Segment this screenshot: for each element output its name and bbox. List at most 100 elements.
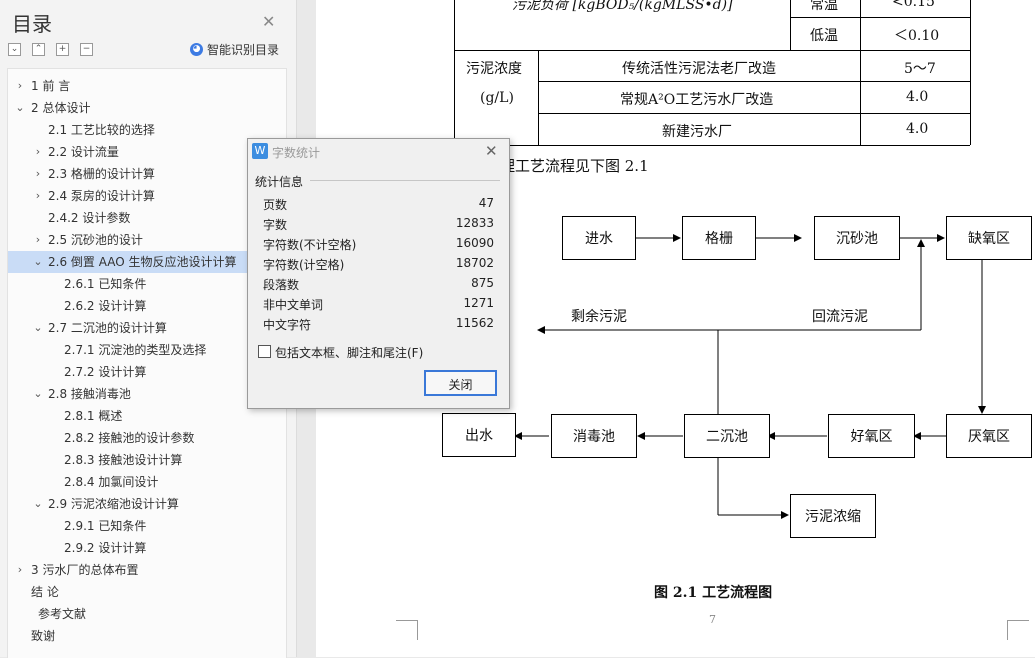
excess-sludge-label: 剩余污泥	[571, 309, 627, 325]
close-button[interactable]: 关闭	[424, 370, 497, 396]
toc-item-label: 2.1 工艺比较的选择	[48, 123, 155, 137]
stat-value: 11562	[455, 316, 494, 330]
toc-item[interactable]: ⌄ 2 总体设计	[8, 97, 286, 119]
sidebar-title: 目录	[12, 12, 52, 36]
toc-item[interactable]: 2.9.2 设计计算	[8, 537, 286, 559]
toc-item-label: 2.9.2 设计计算	[64, 541, 147, 555]
chevron-down-icon[interactable]: ⌄	[15, 97, 25, 119]
toc-item-label: 2.6.1 已知条件	[64, 277, 147, 291]
flow-node-grit-chamber: 沉砂池	[814, 216, 900, 260]
toc-item[interactable]: › 1 前 言	[8, 75, 286, 97]
chevron-right-icon[interactable]: ›	[15, 559, 25, 581]
toc-item[interactable]: › 2.3 格栅的设计计算	[8, 163, 286, 185]
toc-item-label: 2.8.2 接触池的设计参数	[64, 431, 195, 445]
expand-up-icon[interactable]: ⌃	[32, 43, 45, 56]
toc-item[interactable]: ⌄ 2.9 污泥浓缩池设计计算	[8, 493, 286, 515]
toc-item[interactable]: 2.8.2 接触池的设计参数	[8, 427, 286, 449]
chevron-down-icon[interactable]: ⌄	[33, 383, 43, 405]
toc-item-label: 2.8.4 加氯间设计	[64, 475, 159, 489]
chevron-right-icon[interactable]: ›	[33, 141, 43, 163]
toc-item[interactable]: 2.6.2 设计计算	[8, 295, 286, 317]
checkbox-label: 包括文本框、脚注和尾注(F)	[275, 346, 424, 360]
flow-node-inlet: 进水	[562, 216, 636, 260]
stat-value: 18702	[455, 256, 494, 270]
toc-item[interactable]: ⌄ 2.8 接触消毒池	[8, 383, 286, 405]
chevron-right-icon[interactable]: ›	[33, 163, 43, 185]
toc-item[interactable]: 2.8.1 概述	[8, 405, 286, 427]
toc-item[interactable]: 2.7.1 沉淀池的类型及选择	[8, 339, 286, 361]
toc-item[interactable]: 2.8.4 加氯间设计	[8, 471, 286, 493]
flow-node-secondary-clarifier: 二沉池	[684, 414, 770, 458]
toc-item-label: 参考文献	[38, 607, 87, 621]
figure-caption: 图 2.1 工艺流程图	[654, 585, 773, 601]
dialog-title: 字数统计	[272, 146, 321, 160]
toc-item-label: 2.4.2 设计参数	[48, 211, 131, 225]
toc-item-label: 2.9.1 已知条件	[64, 519, 147, 533]
toc-item-selected[interactable]: ⌄ 2.6 倒置 AAO 生物反应池设计计算	[8, 251, 286, 273]
smart-recognize-label: 智能识别目录	[207, 43, 280, 57]
toc-item[interactable]: 2.4.2 设计参数	[8, 207, 286, 229]
page-corner-mark	[1007, 620, 1029, 621]
section-heading: 统计信息	[255, 175, 304, 189]
collapse-all-icon[interactable]: ⌄	[8, 43, 21, 56]
stat-label: 字符数(计空格)	[263, 258, 345, 272]
stat-label: 中文字符	[263, 318, 312, 332]
toc-item-label: 2.7.2 设计计算	[64, 365, 147, 379]
toc-item[interactable]: › 2.4 泵房的设计计算	[8, 185, 286, 207]
toc-item-label: 结 论	[31, 585, 59, 599]
close-icon[interactable]: ✕	[262, 12, 275, 31]
flow-node-aerobic: 好氧区	[828, 414, 915, 458]
flow-node-disinfection: 消毒池	[551, 414, 637, 458]
section-divider	[310, 180, 500, 181]
chevron-right-icon[interactable]: ›	[33, 185, 43, 207]
include-textboxes-checkbox[interactable]	[258, 345, 271, 358]
remove-heading-icon[interactable]: −	[80, 43, 93, 56]
smart-recognize-button[interactable]: ◕ 智能识别目录	[190, 41, 279, 58]
toc-item-label: 2.7 二沉池的设计计算	[48, 321, 167, 335]
toc-item[interactable]: 2.7.2 设计计算	[8, 361, 286, 383]
toc-item-label: 1 前 言	[31, 79, 71, 93]
toc-item[interactable]: 2.9.1 已知条件	[8, 515, 286, 537]
toc-item[interactable]: › 3 污水厂的总体布置	[8, 559, 286, 581]
toc-item-label: 2.5 沉砂池的设计	[48, 233, 143, 247]
stat-label: 段落数	[263, 278, 300, 292]
chevron-down-icon[interactable]: ⌄	[33, 317, 43, 339]
toc-item-label: 2.6 倒置 AAO 生物反应池设计计算	[48, 255, 237, 269]
chevron-down-icon[interactable]: ⌄	[33, 493, 43, 515]
wps-writer-icon: W	[252, 143, 268, 159]
toc-item-label: 2.8.3 接触池设计计算	[64, 453, 183, 467]
word-count-dialog: W 字数统计 ✕ 统计信息 页数 47 字数 12833 字符数(不计空格) 1…	[247, 138, 510, 409]
toc-item[interactable]: 致谢	[8, 625, 286, 647]
toc-item-label: 3 污水厂的总体布置	[31, 563, 139, 577]
stat-label: 页数	[263, 198, 288, 212]
toc-item[interactable]: 2.6.1 已知条件	[8, 273, 286, 295]
toc-item[interactable]: ⌄ 2.7 二沉池的设计计算	[8, 317, 286, 339]
flow-node-screen: 格栅	[682, 216, 756, 260]
toc-item[interactable]: › 2.2 设计流量	[8, 141, 286, 163]
toc-item-label: 2.3 格栅的设计计算	[48, 167, 155, 181]
toc-item[interactable]: 2.8.3 接触池设计计算	[8, 449, 286, 471]
toc-item-label: 2.6.2 设计计算	[64, 299, 147, 313]
chevron-down-icon[interactable]: ⌄	[33, 251, 43, 273]
toc-item-label: 2.2 设计流量	[48, 145, 119, 159]
add-heading-icon[interactable]: +	[56, 43, 69, 56]
page-corner-mark	[417, 620, 418, 640]
chevron-right-icon[interactable]: ›	[33, 229, 43, 251]
flow-node-anoxic: 缺氧区	[946, 216, 1032, 260]
toc-item[interactable]: 参考文献	[8, 603, 286, 625]
stat-label: 字数	[263, 218, 288, 232]
chevron-right-icon[interactable]: ›	[15, 75, 25, 97]
flow-node-thickener: 污泥浓缩	[790, 494, 876, 538]
toc-item[interactable]: 2.1 工艺比较的选择	[8, 119, 286, 141]
page-corner-mark	[396, 620, 418, 621]
toc-item[interactable]: 结 论	[8, 581, 286, 603]
flow-node-outlet: 出水	[442, 413, 516, 457]
toc-item[interactable]: › 2.5 沉砂池的设计	[8, 229, 286, 251]
smart-recognize-icon: ◕	[190, 43, 203, 56]
close-icon[interactable]: ✕	[485, 142, 498, 160]
stat-label: 非中文单词	[263, 298, 324, 312]
toc-item-label: 致谢	[31, 629, 56, 643]
toc-item-label: 2.8.1 概述	[64, 409, 123, 423]
page-number: 7	[709, 613, 716, 626]
stat-value: 16090	[455, 236, 494, 250]
